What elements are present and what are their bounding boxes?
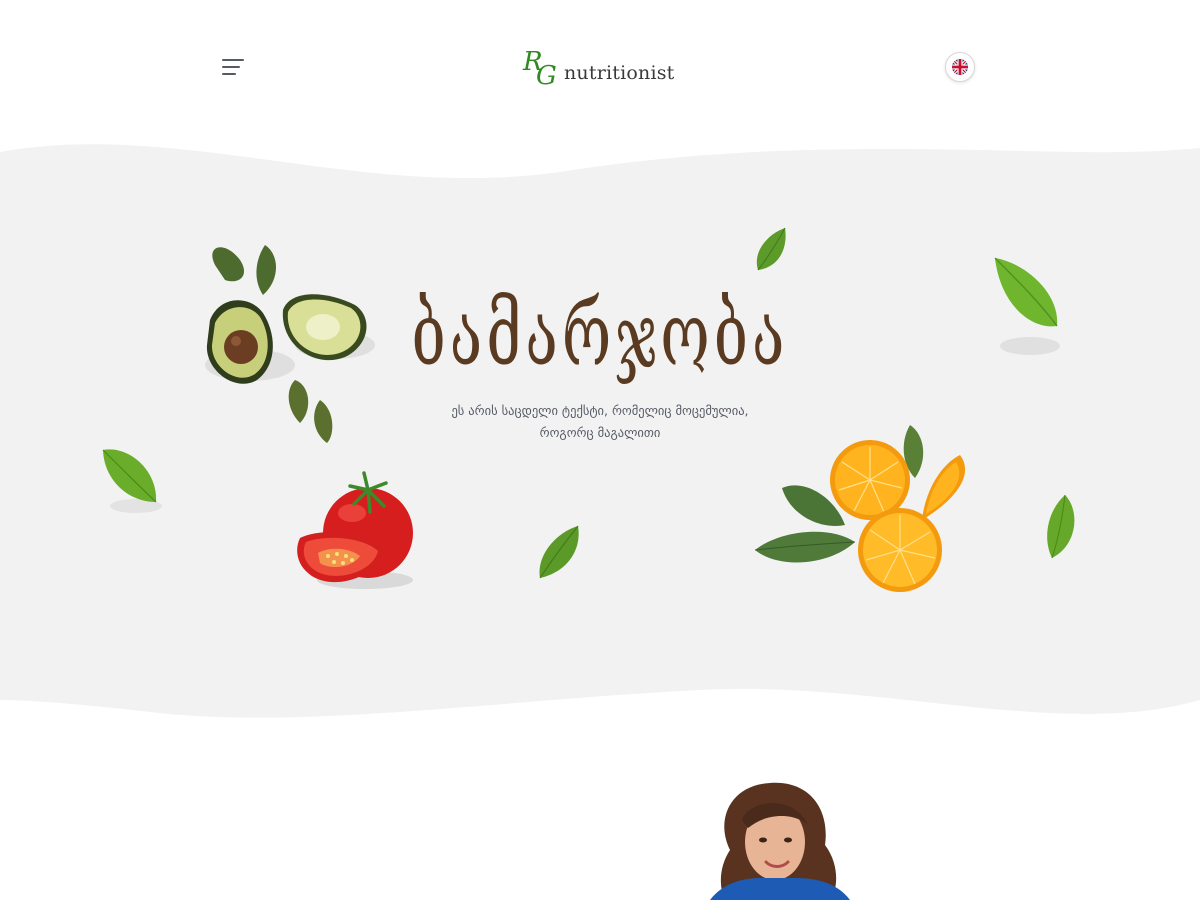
language-switch-button[interactable] xyxy=(945,52,975,82)
site-header: R G nutritionist xyxy=(0,0,1200,130)
basil-leaf-image xyxy=(994,257,1060,355)
hero-subtitle-line: როგორც მაგალითი xyxy=(539,425,661,440)
logo-wordmark: nutritionist xyxy=(564,62,675,84)
basil-leaf-image xyxy=(756,227,786,271)
basil-leaf-image xyxy=(102,449,162,513)
basil-leaf-image xyxy=(1047,494,1075,559)
hero-subtitle-line: ეს არის საცდელი ტექსტი, რომელიც მოცემული… xyxy=(451,403,749,418)
hero-title: ბამარჯობა xyxy=(411,284,789,387)
hamburger-menu-icon[interactable] xyxy=(222,56,248,78)
svg-text:G: G xyxy=(536,61,557,90)
tomato-image xyxy=(297,471,413,589)
orange-slices-image xyxy=(754,425,966,592)
basil-leaf-image xyxy=(539,525,579,579)
avocado-image xyxy=(205,245,375,443)
uk-flag-icon xyxy=(952,59,968,75)
hero-background xyxy=(0,144,1200,718)
site-logo[interactable]: R G nutritionist xyxy=(522,44,692,90)
logo-monogram: R G xyxy=(522,47,557,90)
nutritionist-photo xyxy=(710,782,850,900)
hero-title-wrap: ბამარჯობა xyxy=(400,292,800,379)
hero-subtitle: ეს არის საცდელი ტექსტი, რომელიც მოცემული… xyxy=(400,400,800,444)
